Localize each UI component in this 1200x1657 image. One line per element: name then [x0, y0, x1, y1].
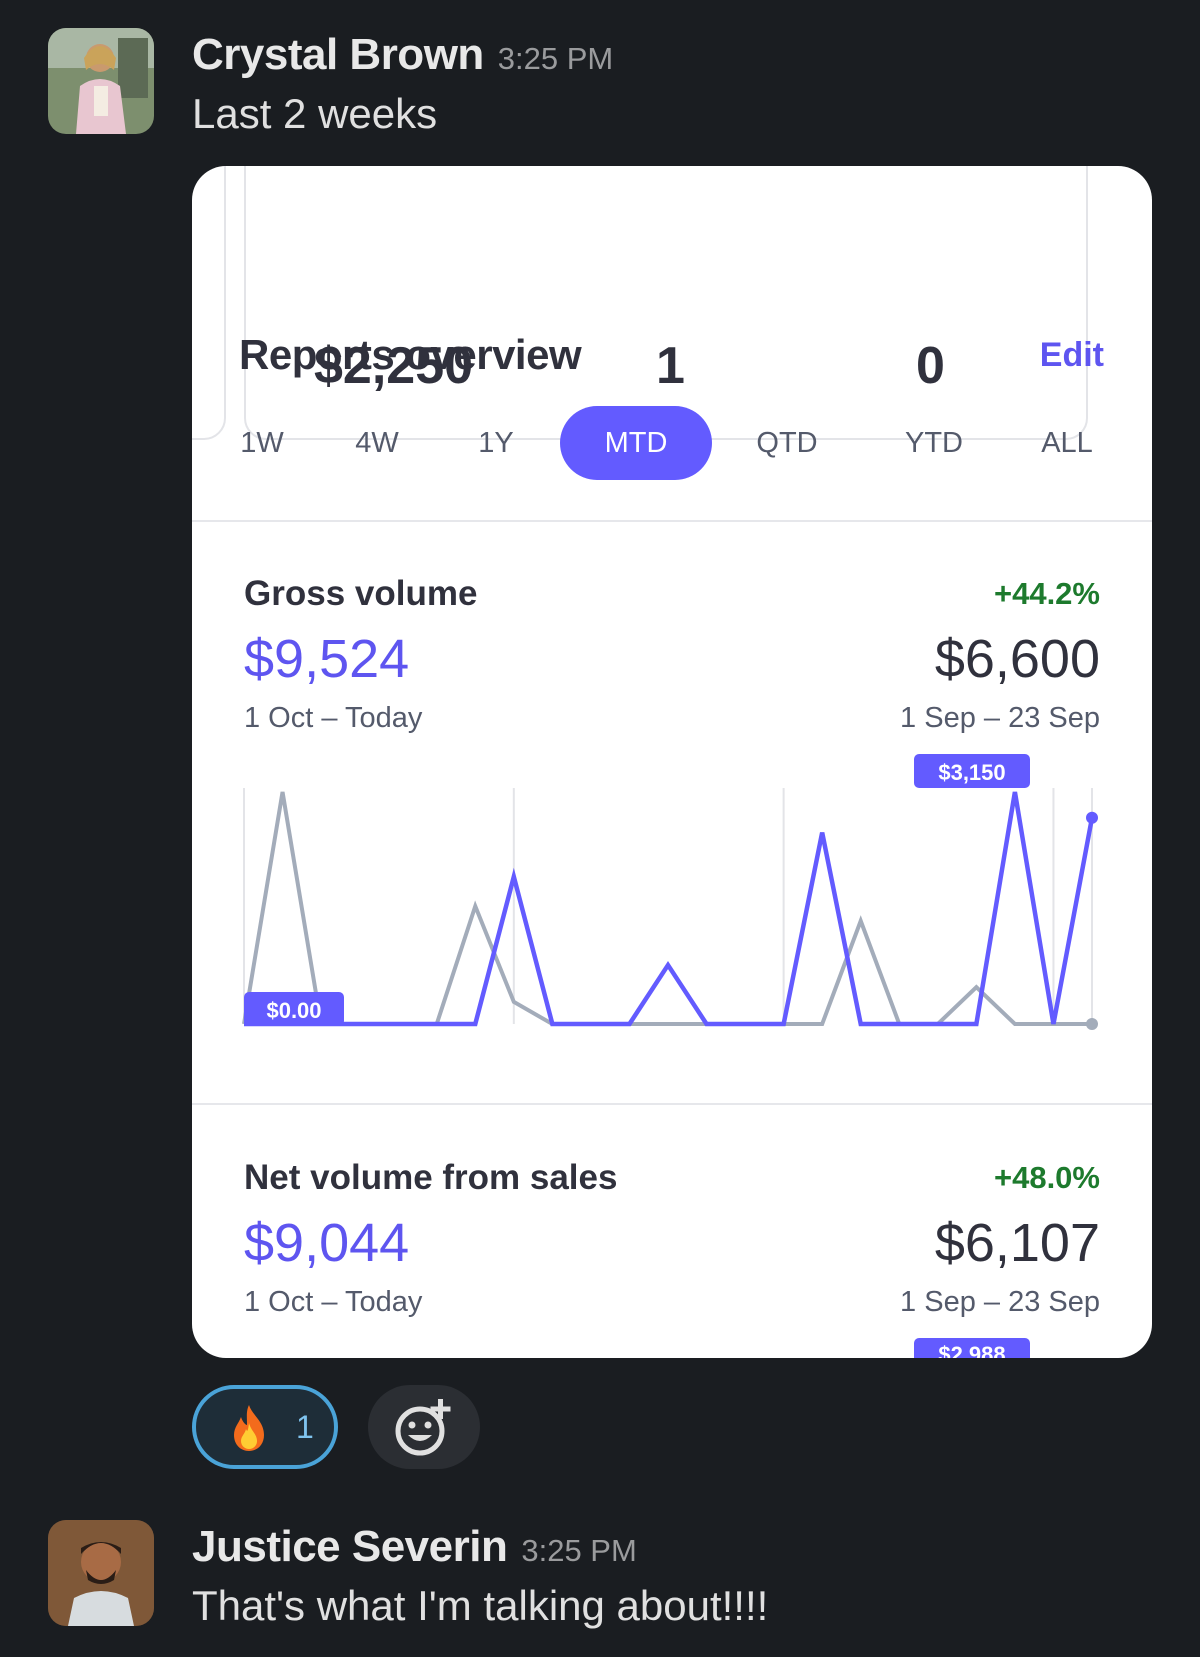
net-max-value-label: $2,988 [938, 1342, 1005, 1358]
avatar-photo [48, 1520, 154, 1626]
add-emoji-icon [395, 1399, 451, 1456]
reaction-count: 1 [296, 1409, 314, 1445]
avatar-photo [48, 28, 154, 134]
add-reaction-button[interactable] [368, 1385, 480, 1469]
sender-name[interactable]: Justice Severin 3:25 PM [192, 1522, 637, 1572]
sender-name-text: Justice Severin [192, 1522, 508, 1571]
reaction-fire[interactable]: 1 [192, 1385, 338, 1469]
message-text: That's what I'm talking about!!!! [192, 1582, 769, 1629]
avatar-justice-severin[interactable] [48, 1520, 154, 1626]
fire-emoji-icon [222, 1401, 276, 1460]
message-text: Last 2 weeks [192, 90, 438, 137]
attached-image[interactable]: $2,250 1 0 Reports overview Edit 1W 4W 1… [192, 166, 1152, 1358]
net-volume-chart-top: $2,988 [914, 1338, 1030, 1358]
sender-name-text: Crystal Brown [192, 30, 484, 79]
sender-name[interactable]: Crystal Brown 3:25 PM [192, 30, 613, 80]
message-timestamp[interactable]: 3:25 PM [521, 1533, 636, 1568]
avatar-crystal-brown[interactable] [48, 28, 154, 134]
message-timestamp[interactable]: 3:25 PM [498, 41, 613, 76]
